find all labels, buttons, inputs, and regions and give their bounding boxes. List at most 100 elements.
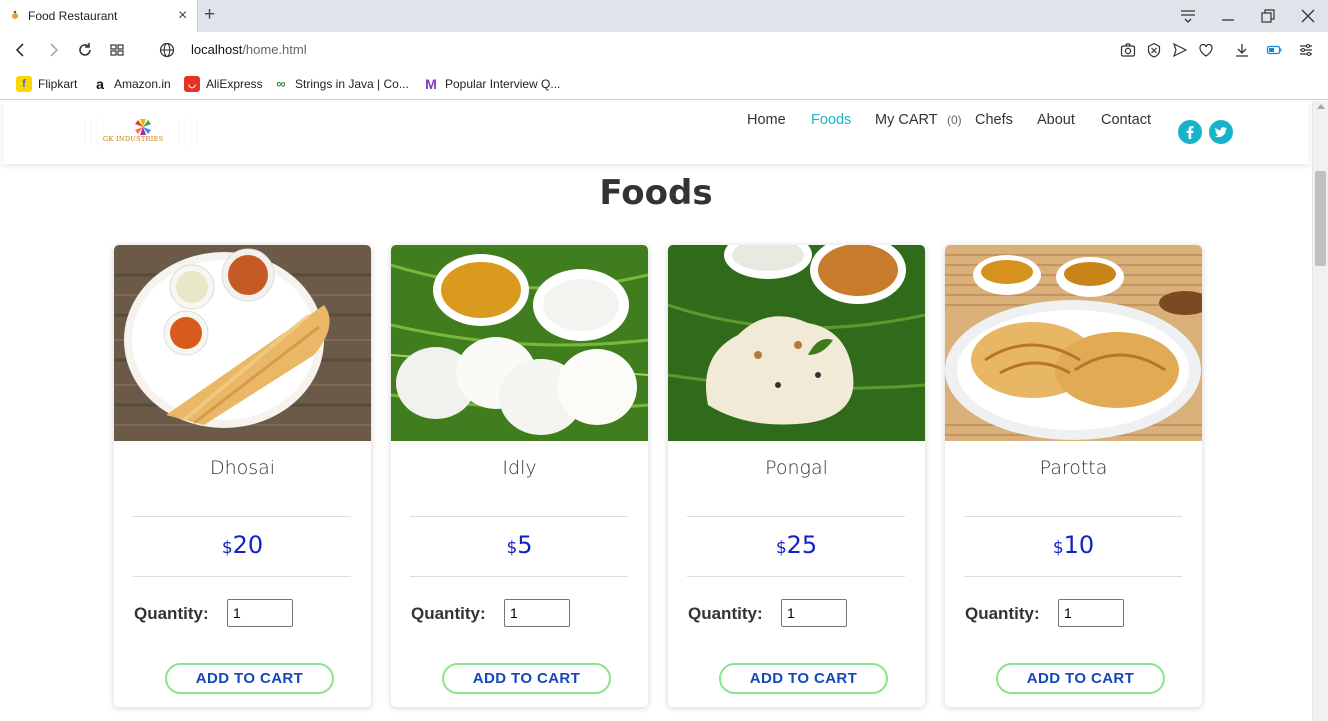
quantity-input[interactable] — [504, 599, 570, 627]
site-logo[interactable]: GK INDUSTRIES — [81, 115, 201, 149]
geeksforgeeks-icon: ∞ — [276, 76, 286, 91]
address-bar: localhost/home.html — [0, 32, 1328, 68]
logo-icon — [84, 119, 198, 145]
reload-icon[interactable] — [76, 41, 94, 59]
amazon-icon: a — [96, 76, 104, 92]
browser-tab-bar: Food Restaurant × + — [0, 0, 1328, 32]
divider — [410, 516, 628, 517]
divider — [964, 516, 1182, 517]
camera-icon[interactable] — [1120, 42, 1136, 58]
divider — [410, 576, 628, 577]
nav-foods[interactable]: Foods — [811, 112, 851, 128]
nav-my-cart[interactable]: My CART — [875, 112, 938, 128]
price-amount: 10 — [1063, 531, 1095, 559]
food-price: $10 — [945, 531, 1202, 559]
food-image-parotta — [945, 245, 1202, 441]
cart-count-badge: (0) — [947, 113, 962, 127]
minimize-icon[interactable] — [1218, 6, 1238, 26]
logo-text: GK INDUSTRIES — [103, 135, 164, 143]
quantity-label: Quantity: — [411, 604, 486, 623]
bookmark-strings-java[interactable]: ∞ Strings in Java | Co... — [273, 76, 408, 92]
divider — [133, 516, 351, 517]
browser-tab[interactable]: Food Restaurant × — [0, 0, 198, 32]
quantity-input[interactable] — [227, 599, 293, 627]
globe-icon — [159, 42, 175, 58]
add-to-cart-button[interactable]: ADD TO CART — [165, 663, 334, 694]
scroll-up-arrow-icon[interactable] — [1317, 104, 1325, 109]
price-amount: 5 — [517, 531, 533, 559]
url-field[interactable]: localhost/home.html — [191, 42, 307, 57]
food-price: $5 — [391, 531, 648, 559]
page-viewport: GK INDUSTRIES Home Foods My CART (0) Che… — [0, 101, 1312, 721]
tab-menu-icon[interactable] — [1178, 6, 1198, 26]
food-name: Idly — [502, 457, 537, 479]
page-scrollbar[interactable] — [1312, 101, 1328, 721]
price-amount: 25 — [786, 531, 818, 559]
divider — [133, 576, 351, 577]
facebook-icon — [1186, 126, 1194, 139]
price-currency: $ — [506, 538, 518, 558]
divider — [687, 576, 905, 577]
ad-block-icon[interactable] — [1146, 42, 1162, 58]
add-to-cart-button[interactable]: ADD TO CART — [719, 663, 888, 694]
food-card-parotta: Parotta $10 Quantity: ADD TO CART — [945, 245, 1202, 707]
food-image-pongal — [668, 245, 925, 441]
quantity-label: Quantity: — [134, 604, 209, 623]
tab-title: Food Restaurant — [28, 9, 118, 23]
download-icon[interactable] — [1234, 42, 1250, 58]
quantity-input[interactable] — [781, 599, 847, 627]
price-currency: $ — [775, 538, 787, 558]
add-to-cart-button[interactable]: ADD TO CART — [442, 663, 611, 694]
forward-icon[interactable] — [44, 41, 62, 59]
nav-contact[interactable]: Contact — [1101, 112, 1151, 128]
flipkart-icon: f — [16, 76, 32, 92]
quantity-label: Quantity: — [965, 604, 1040, 623]
food-name: Dhosai — [209, 457, 276, 479]
food-image-dhosai — [114, 245, 371, 441]
food-name: Pongal — [765, 457, 828, 479]
bookmark-flipkart[interactable]: f Flipkart — [16, 76, 77, 92]
site-header: GK INDUSTRIES Home Foods My CART (0) Che… — [3, 101, 1309, 164]
bookmark-aliexpress[interactable]: ◡ AliExpress — [184, 76, 263, 92]
heart-icon[interactable] — [1198, 42, 1214, 58]
nav-home[interactable]: Home — [747, 112, 786, 128]
price-amount: 20 — [232, 531, 264, 559]
twitter-icon — [1214, 127, 1227, 138]
facebook-button[interactable] — [1178, 120, 1202, 144]
url-host: localhost — [191, 42, 243, 57]
easy-setup-icon[interactable] — [1298, 42, 1314, 58]
bookmark-amazon[interactable]: a Amazon.in — [92, 76, 171, 92]
food-card-dhosai: Dhosai $20 Quantity: ADD TO CART — [114, 245, 371, 707]
quantity-input[interactable] — [1058, 599, 1124, 627]
close-tab-icon[interactable]: × — [178, 8, 187, 24]
food-price: $20 — [114, 531, 371, 559]
m-logo-icon: M — [425, 76, 437, 92]
quantity-label: Quantity: — [688, 604, 763, 623]
speed-dial-icon[interactable] — [108, 41, 126, 59]
price-currency: $ — [1052, 538, 1064, 558]
url-path: /home.html — [242, 42, 307, 57]
restore-icon[interactable] — [1258, 6, 1278, 26]
nav-about[interactable]: About — [1037, 112, 1075, 128]
nav-chefs[interactable]: Chefs — [975, 112, 1013, 128]
bookmarks-bar: f Flipkart a Amazon.in ◡ AliExpress ∞ String… — [0, 68, 1328, 100]
close-window-icon[interactable] — [1298, 6, 1318, 26]
aliexpress-icon: ◡ — [184, 76, 200, 92]
new-tab-icon[interactable]: + — [204, 5, 215, 24]
add-to-cart-button[interactable]: ADD TO CART — [996, 663, 1165, 694]
send-icon[interactable] — [1172, 42, 1188, 58]
food-price: $25 — [668, 531, 925, 559]
back-icon[interactable] — [12, 41, 30, 59]
battery-saver-icon[interactable] — [1266, 42, 1282, 58]
scrollbar-thumb[interactable] — [1315, 171, 1326, 266]
divider — [964, 576, 1182, 577]
food-name: Parotta — [1039, 457, 1108, 479]
food-card-pongal: Pongal $25 Quantity: ADD TO CART — [668, 245, 925, 707]
twitter-button[interactable] — [1209, 120, 1233, 144]
price-currency: $ — [221, 538, 233, 558]
food-image-idly — [391, 245, 648, 441]
site-favicon-icon — [12, 10, 18, 19]
page-title: Foods — [599, 173, 713, 213]
divider — [687, 516, 905, 517]
bookmark-interview-questions[interactable]: M Popular Interview Q... — [423, 76, 560, 92]
